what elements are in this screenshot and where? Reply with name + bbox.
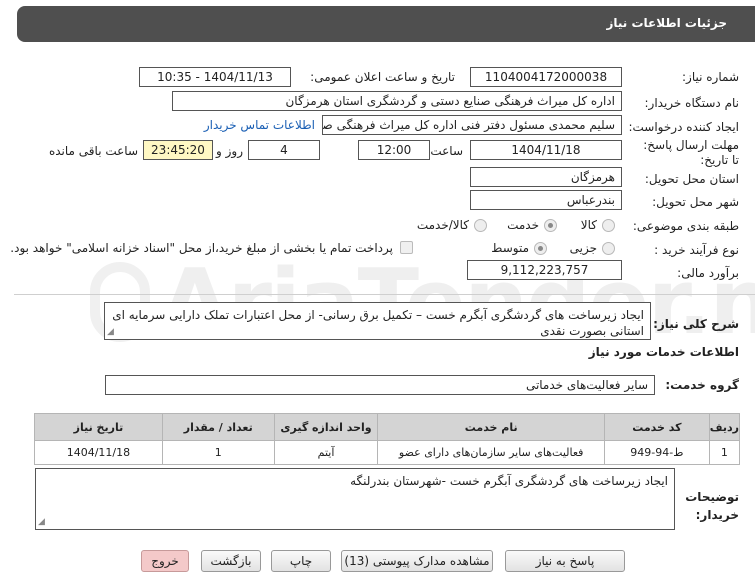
delivery-city-label: شهر محل تحویل: [652, 195, 739, 209]
page-header: جزئیات اطلاعات نیاز [17, 6, 755, 42]
cell-row-no: 1 [708, 440, 741, 465]
cell-unit: آیتم [273, 440, 379, 465]
page-title: جزئیات اطلاعات نیاز [606, 16, 727, 30]
attachments-button[interactable]: مشاهده مدارک پیوستی (13) [341, 550, 493, 572]
category-goods-radio[interactable] [602, 219, 615, 232]
table-header-row: ردیف کد خدمت نام خدمت واحد اندازه گیری ت… [34, 413, 741, 441]
buyer-notes-text: ایجاد زیرساخت های گردشگری آبگرم خست -شهر… [350, 474, 668, 488]
treasury-payment-checkbox[interactable] [400, 241, 413, 254]
general-desc-label: شرح کلی نیاز: [653, 317, 739, 331]
service-group-field: سایر فعالیت‌های خدماتی [105, 375, 655, 395]
deadline-time-field: 12:00 [358, 140, 430, 160]
days-field: 4 [248, 140, 320, 160]
category-service-label: خدمت [507, 218, 539, 232]
category-label: طبقه بندی موضوعی: [632, 219, 739, 233]
cell-quantity: 1 [161, 440, 275, 465]
service-group-label: گروه خدمت: [665, 378, 739, 392]
treasury-payment-note: پرداخت تمام یا بخشی از مبلغ خرید،از محل … [10, 241, 393, 255]
need-number-field: 1104004172000038 [470, 67, 622, 87]
section-divider [14, 294, 755, 295]
col-header-service-name: نام خدمت [377, 413, 605, 441]
days-label: روز و [216, 144, 243, 158]
announce-datetime-label: تاریخ و ساعت اعلان عمومی: [310, 70, 455, 84]
resize-grip-icon[interactable]: ◢ [38, 518, 45, 527]
process-minor-radio[interactable] [602, 242, 615, 255]
requester-label: ایجاد کننده درخواست: [628, 120, 739, 134]
delivery-province-field: هرمزگان [470, 167, 622, 187]
category-goods-service-radio[interactable] [474, 219, 487, 232]
process-medium-label: متوسط [491, 241, 529, 255]
buyer-notes-label: توضیحات خریدار: [685, 490, 739, 522]
announce-datetime-field: 1404/11/13 - 10:35 [139, 67, 291, 87]
services-info-title: اطلاعات خدمات مورد نیاز [588, 345, 739, 359]
buyer-contact-link[interactable]: اطلاعات تماس خریدار [204, 118, 315, 132]
general-desc-text: ایجاد زیرساخت های گردشگری آبگرم خست – تک… [112, 308, 644, 338]
remaining-label: ساعت باقی مانده [48, 144, 138, 158]
remaining-time-field: 23:45:20 [143, 140, 213, 160]
financial-estimate-label: برآورد مالی: [677, 266, 739, 280]
buyer-org-field: اداره کل میراث فرهنگی صنایع دستی و گردشگ… [172, 91, 622, 111]
process-minor-label: جزیی [569, 241, 597, 255]
table-row: 1 ط-94-949 فعالیت‌های سایر سازمان‌های دا… [34, 440, 741, 465]
col-header-need-date: تاریخ نیاز [34, 413, 163, 441]
reply-button[interactable]: پاسخ به نیاز [505, 550, 625, 572]
col-header-quantity: تعداد / مقدار [161, 413, 275, 441]
cell-service-code: ط-94-949 [603, 440, 710, 465]
category-goods-service-label: کالا/خدمت [416, 218, 469, 232]
cell-service-name: فعالیت‌های سایر سازمان‌های دارای عضو [377, 440, 605, 465]
print-button[interactable]: چاپ [271, 550, 331, 572]
col-header-unit: واحد اندازه گیری [273, 413, 379, 441]
need-number-label: شماره نیاز: [682, 70, 739, 84]
col-header-row-no: ردیف [708, 413, 741, 441]
buyer-notes-textarea: ایجاد زیرساخت های گردشگری آبگرم خست -شهر… [35, 468, 675, 530]
deadline-label: مهلت ارسال پاسخ: تا تاریخ: [643, 138, 739, 167]
exit-button[interactable]: خروج [141, 550, 189, 572]
delivery-province-label: استان محل تحویل: [644, 172, 739, 186]
services-table: ردیف کد خدمت نام خدمت واحد اندازه گیری ت… [34, 413, 741, 465]
requester-field: سلیم محمدی مسئول دفتر فنی اداره کل میراث… [322, 115, 622, 135]
cell-need-date: 1404/11/18 [34, 440, 163, 465]
delivery-city-field: بندرعباس [470, 190, 622, 210]
category-service-radio[interactable] [544, 219, 557, 232]
deadline-date-field: 1404/11/18 [470, 140, 622, 160]
deadline-time-label: ساعت [430, 144, 463, 158]
financial-estimate-field: 9,112,223,757 [467, 260, 622, 280]
process-type-label: نوع فرآیند خرید : [654, 243, 739, 257]
category-goods-label: کالا [580, 218, 597, 232]
general-desc-textarea: ایجاد زیرساخت های گردشگری آبگرم خست – تک… [104, 302, 651, 340]
resize-grip-icon[interactable]: ◢ [107, 328, 114, 337]
back-button[interactable]: بازگشت [201, 550, 261, 572]
buyer-org-label: نام دستگاه خریدار: [644, 96, 740, 110]
process-medium-radio[interactable] [534, 242, 547, 255]
col-header-service-code: کد خدمت [603, 413, 710, 441]
